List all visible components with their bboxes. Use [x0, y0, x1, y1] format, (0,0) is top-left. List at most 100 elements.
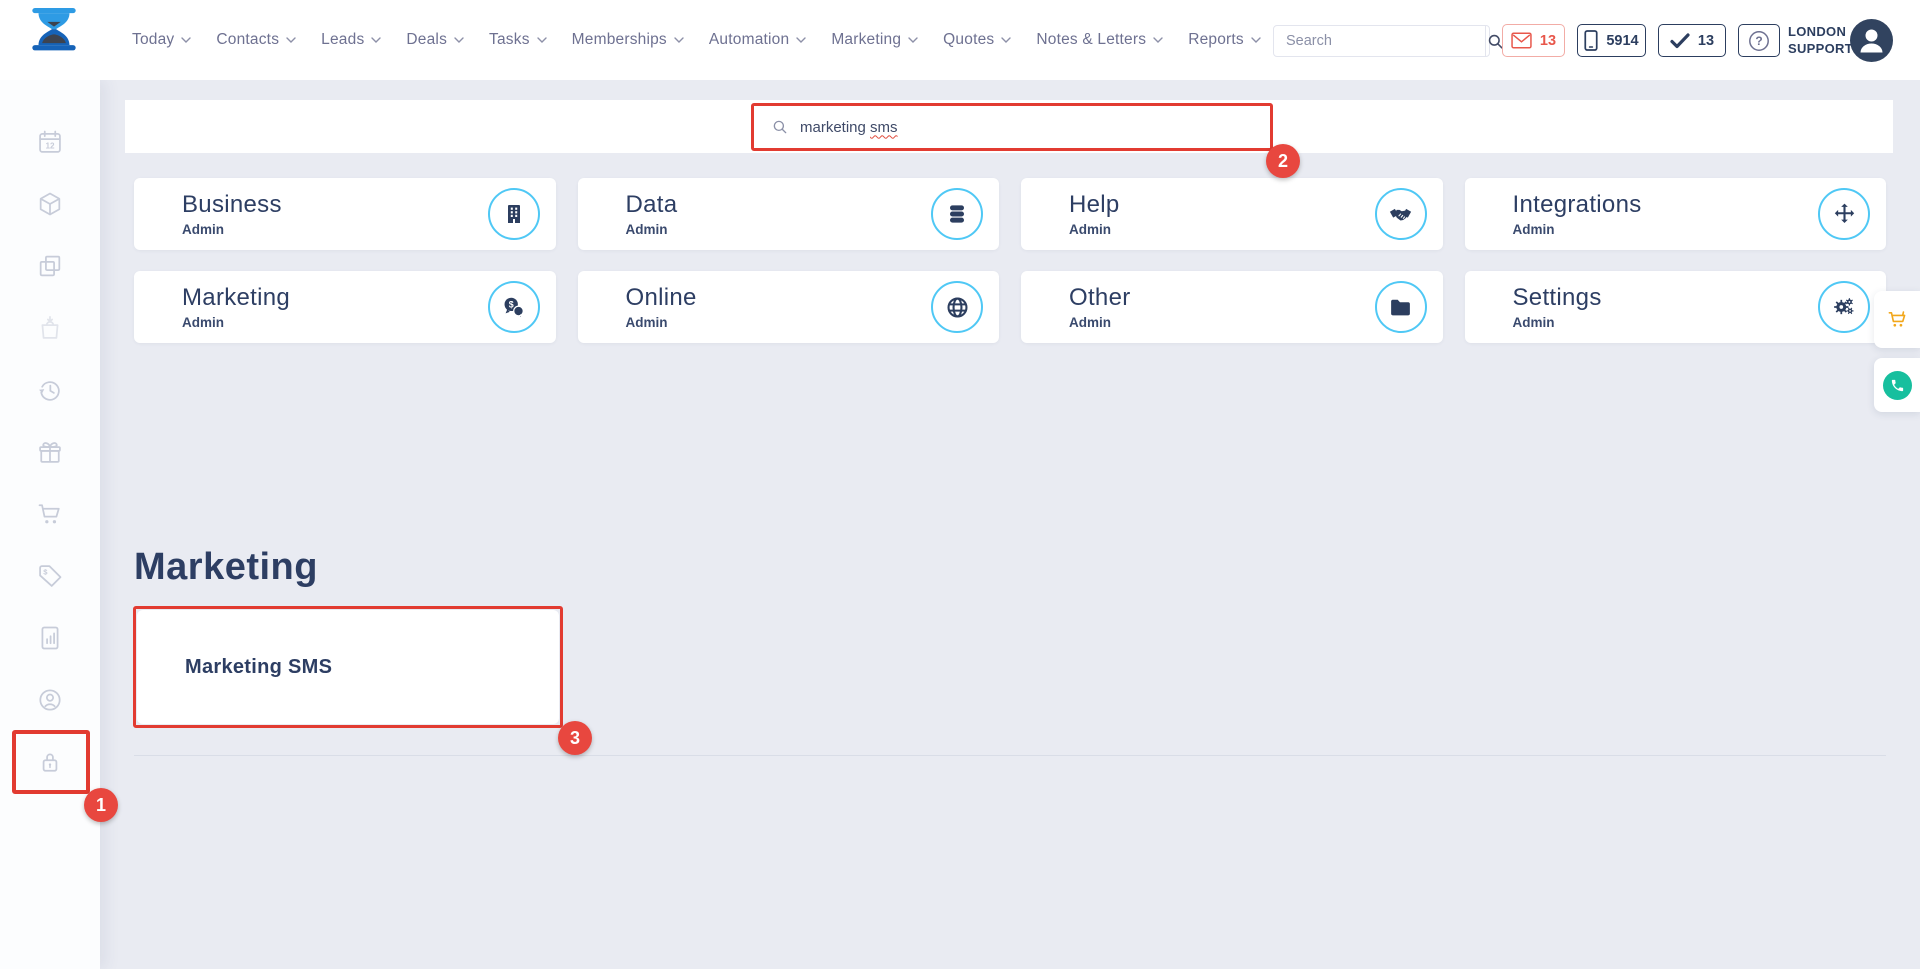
- support-user-icon[interactable]: [36, 686, 64, 714]
- admin-search-input[interactable]: marketing sms: [756, 108, 1268, 146]
- admin-search-text: marketing: [800, 119, 870, 136]
- folder-icon: [1375, 281, 1427, 333]
- nav-automation-label: Automation: [709, 31, 789, 49]
- nav-tasks[interactable]: Tasks: [489, 31, 547, 49]
- nav-quotes[interactable]: Quotes: [943, 31, 1011, 49]
- user-name-line1: LONDON: [1788, 23, 1853, 40]
- shopping-cart-icon: [1886, 308, 1909, 331]
- copy-icon[interactable]: [36, 252, 64, 280]
- mobile-phone-icon: [1584, 30, 1598, 51]
- nav-notes-letters[interactable]: Notes & Letters: [1036, 31, 1163, 49]
- section-divider: [134, 755, 1886, 756]
- card-data-admin[interactable]: Data Admin: [578, 178, 1000, 250]
- nav-automation[interactable]: Automation: [709, 31, 806, 49]
- check-icon: [1670, 33, 1690, 49]
- mail-icon: [1511, 32, 1532, 49]
- comments-dollar-icon: $: [488, 281, 540, 333]
- bag-download-icon[interactable]: [36, 314, 64, 342]
- chevron-down-icon: [674, 37, 684, 44]
- admin-search-value: marketing sms: [800, 119, 898, 136]
- basket-float-button[interactable]: [1874, 291, 1920, 348]
- admin-search-misspelled-word: sms: [870, 119, 898, 136]
- price-tag-icon[interactable]: $: [36, 562, 64, 590]
- phone-badge[interactable]: 5914: [1577, 24, 1646, 57]
- cart-icon[interactable]: [36, 500, 64, 528]
- building-icon: [488, 188, 540, 240]
- header-search-input[interactable]: [1274, 26, 1485, 56]
- chevron-down-icon: [537, 37, 547, 44]
- chevron-down-icon: [1001, 37, 1011, 44]
- chevron-down-icon: [454, 37, 464, 44]
- calendar-icon[interactable]: 12: [36, 128, 64, 156]
- chevron-down-icon: [286, 37, 296, 44]
- phone-icon: [1883, 371, 1912, 400]
- handshake-icon: [1375, 188, 1427, 240]
- nav-memberships-label: Memberships: [572, 31, 667, 49]
- card-marketing-admin[interactable]: Marketing Admin $: [134, 271, 556, 343]
- nav-memberships[interactable]: Memberships: [572, 31, 684, 49]
- gears-icon: [1818, 281, 1870, 333]
- database-icon: [931, 188, 983, 240]
- chevron-down-icon: [1153, 37, 1163, 44]
- nav-marketing[interactable]: Marketing: [831, 31, 918, 49]
- annotation-badge-2: 2: [1266, 144, 1300, 178]
- nav-deals[interactable]: Deals: [406, 31, 464, 49]
- chevron-down-icon: [181, 37, 191, 44]
- report-doc-icon[interactable]: [36, 624, 64, 652]
- nav-leads[interactable]: Leads: [321, 31, 381, 49]
- left-sidebar: 12 $: [0, 80, 100, 969]
- chevron-down-icon: [796, 37, 806, 44]
- svg-text:$: $: [43, 567, 48, 576]
- card-integrations-admin[interactable]: Integrations Admin: [1465, 178, 1887, 250]
- nav-contacts-label: Contacts: [216, 31, 279, 49]
- move-arrows-icon: [1818, 188, 1870, 240]
- gift-icon[interactable]: [36, 438, 64, 466]
- nav-today-label: Today: [132, 31, 174, 49]
- nav-marketing-label: Marketing: [831, 31, 901, 49]
- nav-today[interactable]: Today: [132, 31, 191, 49]
- nav-reports-label: Reports: [1188, 31, 1244, 49]
- nav-leads-label: Leads: [321, 31, 364, 49]
- svg-text:?: ?: [1755, 34, 1762, 48]
- user-avatar[interactable]: [1850, 19, 1893, 62]
- card-help-admin[interactable]: Help Admin: [1021, 178, 1443, 250]
- tasks-count: 13: [1698, 33, 1714, 49]
- call-float-button[interactable]: [1874, 358, 1920, 412]
- mail-count: 13: [1540, 33, 1556, 49]
- chevron-down-icon: [908, 37, 918, 44]
- question-icon: ?: [1748, 30, 1770, 52]
- nav-contacts[interactable]: Contacts: [216, 31, 296, 49]
- card-settings-admin[interactable]: Settings Admin: [1465, 271, 1887, 343]
- user-name-line2: SUPPORT: [1788, 40, 1853, 57]
- mail-badge[interactable]: 13: [1502, 24, 1565, 57]
- card-online-admin[interactable]: Online Admin: [578, 271, 1000, 343]
- nav-deals-label: Deals: [406, 31, 447, 49]
- cube-icon[interactable]: [36, 190, 64, 218]
- tile-label: Marketing SMS: [185, 656, 332, 679]
- annotation-badge-3: 3: [558, 721, 592, 755]
- history-icon[interactable]: [36, 376, 64, 404]
- help-badge[interactable]: ?: [1738, 24, 1780, 57]
- nav-quotes-label: Quotes: [943, 31, 994, 49]
- card-business-admin[interactable]: Business Admin: [134, 178, 556, 250]
- app-logo-hourglass[interactable]: [28, 8, 80, 72]
- header-search: [1273, 25, 1490, 57]
- admin-card-grid: Business Admin Data Admin Help Admin Int…: [134, 178, 1886, 343]
- section-title: Marketing: [134, 546, 318, 589]
- svg-text:$: $: [509, 299, 514, 309]
- main-nav: Today Contacts Leads Deals Tasks Members…: [132, 0, 1320, 80]
- svg-text:12: 12: [45, 141, 55, 150]
- chevron-down-icon: [371, 37, 381, 44]
- lock-icon[interactable]: [36, 748, 64, 776]
- nav-tasks-label: Tasks: [489, 31, 530, 49]
- nav-reports[interactable]: Reports: [1188, 31, 1261, 49]
- search-icon: [771, 118, 789, 136]
- card-other-admin[interactable]: Other Admin: [1021, 271, 1443, 343]
- tasks-badge[interactable]: 13: [1658, 24, 1726, 57]
- top-header: Today Contacts Leads Deals Tasks Members…: [0, 0, 1920, 80]
- user-name: LONDON SUPPORT: [1788, 23, 1853, 57]
- phone-count: 5914: [1606, 33, 1638, 49]
- tile-marketing-sms[interactable]: Marketing SMS: [137, 610, 559, 724]
- globe-icon: [931, 281, 983, 333]
- nav-notes-letters-label: Notes & Letters: [1036, 31, 1146, 49]
